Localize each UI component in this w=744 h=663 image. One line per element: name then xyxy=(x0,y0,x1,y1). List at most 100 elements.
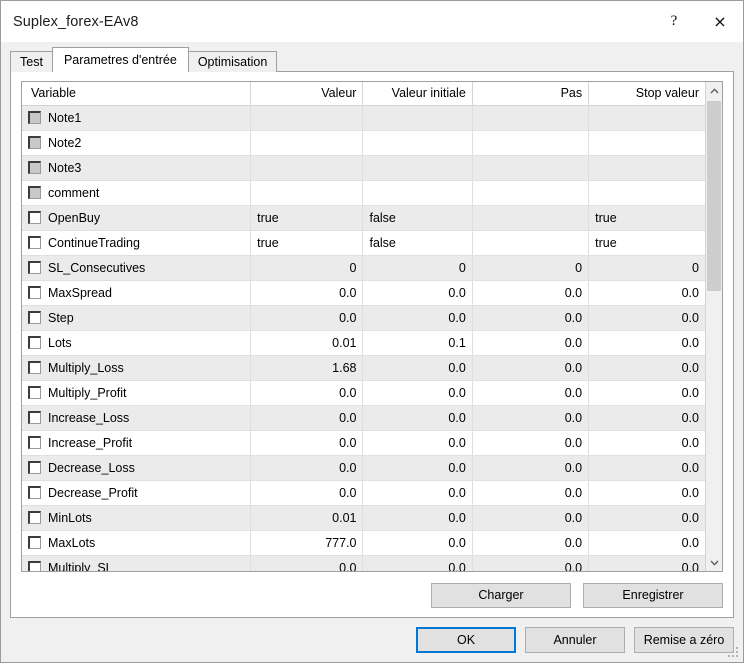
cell-stop-valeur[interactable]: 0.0 xyxy=(589,355,705,380)
checkbox-icon[interactable] xyxy=(28,486,41,499)
checkbox-icon[interactable] xyxy=(28,361,41,374)
scroll-down-arrow-icon[interactable] xyxy=(706,554,722,571)
table-row[interactable]: Multiply_Loss1.680.00.00.0 xyxy=(22,355,705,380)
checkbox-icon[interactable] xyxy=(28,436,41,449)
table-row[interactable]: SL_Consecutives0000 xyxy=(22,255,705,280)
cell-stop-valeur[interactable] xyxy=(589,155,705,180)
cell-valeur-initiale[interactable] xyxy=(363,180,472,205)
cell-valeur[interactable]: 0.01 xyxy=(251,505,363,530)
cell-variable[interactable]: Decrease_Loss xyxy=(22,455,251,480)
cell-variable[interactable]: SL_Consecutives xyxy=(22,255,251,280)
cell-variable[interactable]: Lots xyxy=(22,330,251,355)
enregistrer-button[interactable]: Enregistrer xyxy=(583,583,723,608)
cell-pas[interactable]: 0.0 xyxy=(472,280,588,305)
cell-stop-valeur[interactable] xyxy=(589,105,705,130)
table-row[interactable]: Increase_Loss0.00.00.00.0 xyxy=(22,405,705,430)
grid-vertical-scrollbar[interactable] xyxy=(705,82,722,571)
cell-pas[interactable]: 0.0 xyxy=(472,455,588,480)
checkbox-icon[interactable] xyxy=(28,286,41,299)
cell-pas[interactable]: 0 xyxy=(472,255,588,280)
checkbox-icon[interactable] xyxy=(28,111,41,124)
charger-button[interactable]: Charger xyxy=(431,583,571,608)
cell-valeur[interactable]: 0.0 xyxy=(251,280,363,305)
table-row[interactable]: ContinueTradingtruefalsetrue xyxy=(22,230,705,255)
table-row[interactable]: Increase_Profit0.00.00.00.0 xyxy=(22,430,705,455)
cell-valeur[interactable]: 0.0 xyxy=(251,455,363,480)
table-row[interactable]: Step0.00.00.00.0 xyxy=(22,305,705,330)
checkbox-icon[interactable] xyxy=(28,461,41,474)
cell-valeur-initiale[interactable]: 0.0 xyxy=(363,280,472,305)
checkbox-icon[interactable] xyxy=(28,511,41,524)
cell-valeur[interactable]: 777.0 xyxy=(251,530,363,555)
cell-valeur-initiale[interactable]: false xyxy=(363,230,472,255)
cell-valeur[interactable]: 1.68 xyxy=(251,355,363,380)
cell-pas[interactable] xyxy=(472,180,588,205)
cell-stop-valeur[interactable] xyxy=(589,130,705,155)
cell-stop-valeur[interactable]: 0.0 xyxy=(589,430,705,455)
scrollbar-thumb[interactable] xyxy=(707,101,721,291)
cell-stop-valeur[interactable]: 0 xyxy=(589,255,705,280)
cell-valeur-initiale[interactable]: 0.0 xyxy=(363,555,472,571)
column-header-stop-valeur[interactable]: Stop valeur xyxy=(589,82,705,105)
cell-valeur-initiale[interactable] xyxy=(363,130,472,155)
cell-valeur-initiale[interactable]: 0.0 xyxy=(363,405,472,430)
cell-pas[interactable]: 0.0 xyxy=(472,555,588,571)
cell-valeur-initiale[interactable]: 0.0 xyxy=(363,430,472,455)
cell-stop-valeur[interactable]: 0.0 xyxy=(589,405,705,430)
cell-stop-valeur[interactable]: 0.0 xyxy=(589,455,705,480)
cell-stop-valeur[interactable]: 0.0 xyxy=(589,555,705,571)
cell-variable[interactable]: MaxSpread xyxy=(22,280,251,305)
cell-valeur[interactable]: 0.0 xyxy=(251,380,363,405)
cell-pas[interactable]: 0.0 xyxy=(472,405,588,430)
cell-stop-valeur[interactable]: 0.0 xyxy=(589,305,705,330)
cell-stop-valeur[interactable]: true xyxy=(589,205,705,230)
cell-variable[interactable]: Multiply_Profit xyxy=(22,380,251,405)
column-header-pas[interactable]: Pas xyxy=(472,82,588,105)
cell-valeur-initiale[interactable]: 0.0 xyxy=(363,530,472,555)
cell-stop-valeur[interactable]: 0.0 xyxy=(589,380,705,405)
cell-variable[interactable]: Decrease_Profit xyxy=(22,480,251,505)
table-row[interactable]: Note1 xyxy=(22,105,705,130)
tab-test[interactable]: Test xyxy=(10,51,53,72)
cell-valeur-initiale[interactable]: 0.0 xyxy=(363,455,472,480)
cell-valeur[interactable]: 0 xyxy=(251,255,363,280)
cell-valeur[interactable] xyxy=(251,180,363,205)
cell-variable[interactable]: Note3 xyxy=(22,155,251,180)
column-header-valeur-initiale[interactable]: Valeur initiale xyxy=(363,82,472,105)
cell-variable[interactable]: Increase_Loss xyxy=(22,405,251,430)
cell-pas[interactable]: 0.0 xyxy=(472,530,588,555)
cell-valeur-initiale[interactable]: 0.0 xyxy=(363,505,472,530)
cell-variable[interactable]: Step xyxy=(22,305,251,330)
cell-pas[interactable]: 0.0 xyxy=(472,430,588,455)
table-row[interactable]: MaxLots777.00.00.00.0 xyxy=(22,530,705,555)
scroll-up-arrow-icon[interactable] xyxy=(706,82,722,99)
cell-valeur-initiale[interactable]: 0.0 xyxy=(363,480,472,505)
cell-pas[interactable]: 0.0 xyxy=(472,480,588,505)
cell-valeur-initiale[interactable] xyxy=(363,105,472,130)
cell-variable[interactable]: Multiply_SL xyxy=(22,555,251,571)
cell-variable[interactable]: Multiply_Loss xyxy=(22,355,251,380)
table-row[interactable]: MinLots0.010.00.00.0 xyxy=(22,505,705,530)
checkbox-icon[interactable] xyxy=(28,211,41,224)
table-row[interactable]: MaxSpread0.00.00.00.0 xyxy=(22,280,705,305)
cell-stop-valeur[interactable]: 0.0 xyxy=(589,505,705,530)
table-row[interactable]: Note3 xyxy=(22,155,705,180)
ok-button[interactable]: OK xyxy=(416,627,516,653)
column-header-valeur[interactable]: Valeur xyxy=(251,82,363,105)
tab-parametres-d-entree[interactable]: Parametres d'entrée xyxy=(52,47,189,72)
cell-valeur[interactable]: 0.0 xyxy=(251,555,363,571)
table-row[interactable]: Multiply_Profit0.00.00.00.0 xyxy=(22,380,705,405)
cell-variable[interactable]: Note2 xyxy=(22,130,251,155)
cell-variable[interactable]: OpenBuy xyxy=(22,205,251,230)
table-row[interactable]: Multiply_SL0.00.00.00.0 xyxy=(22,555,705,571)
close-button[interactable]: × xyxy=(697,1,743,42)
tab-optimisation[interactable]: Optimisation xyxy=(188,51,277,72)
cell-variable[interactable]: MaxLots xyxy=(22,530,251,555)
cell-stop-valeur[interactable] xyxy=(589,180,705,205)
table-row[interactable]: Lots0.010.10.00.0 xyxy=(22,330,705,355)
cell-pas[interactable]: 0.0 xyxy=(472,330,588,355)
cell-valeur[interactable] xyxy=(251,105,363,130)
table-row[interactable]: Decrease_Profit0.00.00.00.0 xyxy=(22,480,705,505)
checkbox-icon[interactable] xyxy=(28,136,41,149)
cell-valeur[interactable]: 0.01 xyxy=(251,330,363,355)
